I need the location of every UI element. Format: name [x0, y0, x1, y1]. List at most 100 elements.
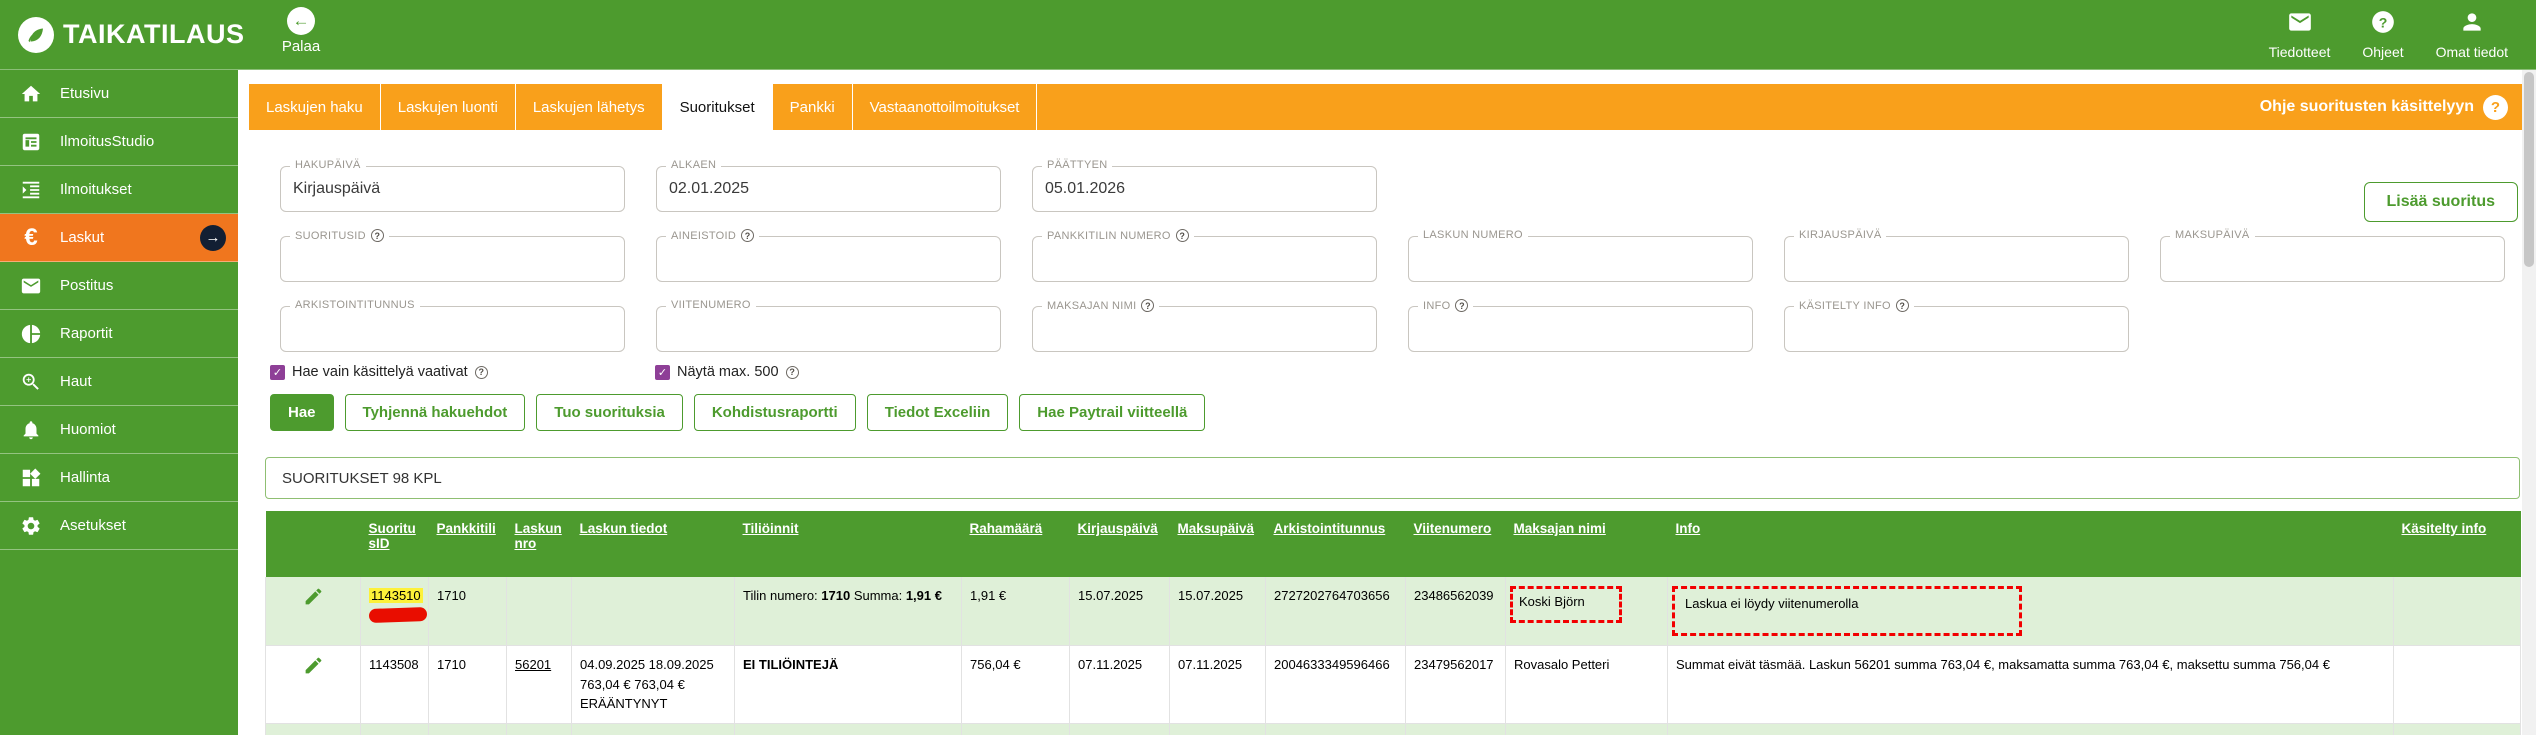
field-label: HAKUPÄIVÄ	[290, 159, 366, 171]
checkbox-row: Hae vain käsittelyä vaativat Näytä max. …	[270, 364, 2522, 380]
info-icon	[371, 229, 384, 242]
sidebar-item-raportit[interactable]: Raportit	[0, 310, 238, 358]
header-action-omat-tiedot[interactable]: Omat tiedot	[2436, 9, 2508, 60]
field-maksajan-nimi[interactable]: MAKSAJAN NIMI	[1032, 306, 1377, 352]
cell-viitenumero: 23486562039	[1406, 577, 1506, 646]
col-rahamaara[interactable]: Rahamäärä	[962, 511, 1070, 577]
col-laskun-tiedot[interactable]: Laskun tiedot	[572, 511, 735, 577]
cell-suoritusid: 1143510	[361, 577, 429, 646]
sidebar-item-huomiot[interactable]: Huomiot	[0, 406, 238, 454]
vertical-scrollbar[interactable]	[2522, 70, 2536, 735]
col-kasitelty-info[interactable]: Käsitelty info	[2394, 511, 2521, 577]
col-kirjauspaiva[interactable]: Kirjauspäivä	[1070, 511, 1170, 577]
search-paytrail-button[interactable]: Hae Paytrail viitteellä	[1019, 394, 1205, 431]
import-payments-button[interactable]: Tuo suorituksia	[536, 394, 683, 431]
sidebar-item-ilmoitusstudio[interactable]: IlmoitusStudio	[0, 118, 238, 166]
edit-icon[interactable]	[303, 595, 324, 610]
tab-laskujen-haku[interactable]: Laskujen haku	[248, 84, 381, 130]
sidebar-item-label: Postitus	[60, 277, 113, 294]
field-viitenumero[interactable]: VIITENUMERO	[656, 306, 1001, 352]
expand-arrow-icon[interactable]	[200, 225, 226, 251]
col-viitenumero[interactable]: Viitenumero	[1406, 511, 1506, 577]
field-label: SUORITUSID	[290, 229, 389, 242]
col-edit	[266, 511, 361, 577]
scrollbar-thumb[interactable]	[2524, 72, 2534, 267]
tab-pankki[interactable]: Pankki	[773, 84, 853, 130]
col-maksupaiva[interactable]: Maksupäivä	[1170, 511, 1266, 577]
field-suoritusid[interactable]: SUORITUSID	[280, 236, 625, 282]
field-maksupaiva[interactable]: MAKSUPÄIVÄ	[2160, 236, 2505, 282]
table-row: 1143510 1710 Tilin numero: 1710 Summa: 1…	[266, 577, 2521, 646]
field-label: ALKAEN	[666, 159, 721, 171]
col-maksajan-nimi[interactable]: Maksajan nimi	[1506, 511, 1668, 577]
info-icon	[1896, 299, 1909, 312]
help-link[interactable]: Ohje suoritusten käsittelyyn	[2260, 84, 2522, 130]
col-pankkitili[interactable]: Pankkitili	[429, 511, 507, 577]
info-icon	[1455, 299, 1468, 312]
field-label: INFO	[1418, 299, 1473, 312]
field-hakupaiva[interactable]: HAKUPÄIVÄ Kirjauspäivä	[280, 166, 625, 212]
col-suoritusid[interactable]: SuoritusID	[361, 511, 429, 577]
field-pankkitilin-numero[interactable]: PANKKITILIN NUMERO	[1032, 236, 1377, 282]
field-alkaen[interactable]: ALKAEN 02.01.2025	[656, 166, 1001, 212]
search-fields-row-1: HAKUPÄIVÄ Kirjauspäivä ALKAEN 02.01.2025…	[280, 166, 2522, 212]
field-paattyen[interactable]: PÄÄTTYEN 05.01.2026	[1032, 166, 1377, 212]
payments-table-body: 1143510 1710 Tilin numero: 1710 Summa: 1…	[266, 577, 2521, 735]
field-info[interactable]: INFO	[1408, 306, 1753, 352]
cell-laskun-nro: 56201	[507, 646, 572, 724]
clear-filters-button[interactable]: Tyhjennä hakuehdot	[345, 394, 526, 431]
tab-bar: Laskujen haku Laskujen luonti Laskujen l…	[248, 84, 2522, 130]
field-kirjauspaiva[interactable]: KIRJAUSPÄIVÄ	[1784, 236, 2129, 282]
col-arkistointitunnus[interactable]: Arkistointitunnus	[1266, 511, 1406, 577]
sidebar-item-asetukset[interactable]: Asetukset	[0, 502, 238, 550]
cell-laskun-tiedot	[572, 577, 735, 646]
search-button[interactable]: Hae	[270, 394, 334, 431]
sidebar-item-ilmoitukset[interactable]: Ilmoitukset	[0, 166, 238, 214]
checkbox-hae-vain-kasittelya-vaativat[interactable]: Hae vain käsittelyä vaativat	[270, 364, 655, 380]
col-tilioinnit[interactable]: Tiliöinnit	[735, 511, 962, 577]
back-button[interactable]: Palaa	[262, 7, 340, 55]
sidebar-item-laskut[interactable]: Laskut	[0, 214, 238, 262]
sidebar-item-label: Laskut	[60, 229, 104, 246]
sidebar-item-etusivu[interactable]: Etusivu	[0, 70, 238, 118]
invoice-link[interactable]: 56201	[515, 657, 551, 672]
sidebar-item-label: IlmoitusStudio	[60, 133, 154, 150]
sidebar-item-label: Haut	[60, 373, 92, 390]
checkbox-nayta-max-500[interactable]: Näytä max. 500	[655, 364, 799, 380]
header-action-tiedotteet[interactable]: Tiedotteet	[2269, 9, 2331, 60]
field-aineistoid[interactable]: AINEISTOID	[656, 236, 1001, 282]
cell-info: Laskua ei löydy viitenumerolla	[1668, 577, 2394, 646]
tab-suoritukset[interactable]: Suoritukset	[663, 84, 773, 130]
red-dashed-annotation-payer: Koski Björn	[1510, 586, 1622, 623]
svg-text:?: ?	[2379, 14, 2388, 30]
sidebar-item-hallinta[interactable]: Hallinta	[0, 454, 238, 502]
field-laskun-numero[interactable]: LASKUN NUMERO	[1408, 236, 1753, 282]
sidebar-item-haut[interactable]: Haut	[0, 358, 238, 406]
cell-suoritusid: 1143508	[361, 646, 429, 724]
cell-pankkitili: 1710	[429, 646, 507, 724]
allocation-report-button[interactable]: Kohdistusraportti	[694, 394, 856, 431]
info-icon	[475, 366, 488, 379]
tab-laskujen-lahetys[interactable]: Laskujen lähetys	[516, 84, 663, 130]
app-logo: TAIKATILAUS	[18, 17, 244, 53]
question-icon: ?	[2370, 9, 2396, 40]
widgets-icon	[18, 467, 44, 489]
sidebar-item-postitus[interactable]: Postitus	[0, 262, 238, 310]
tab-vastaanottoilmoitukset[interactable]: Vastaanottoilmoitukset	[853, 84, 1038, 130]
export-excel-button[interactable]: Tiedot Exceliin	[867, 394, 1009, 431]
sidebar: Etusivu IlmoitusStudio Ilmoitukset Lasku…	[0, 70, 238, 735]
cell-maksupaiva: 07.11.2025	[1170, 646, 1266, 724]
add-payment-button[interactable]: Lisää suoritus	[2364, 182, 2518, 222]
col-info[interactable]: Info	[1668, 511, 2394, 577]
edit-icon[interactable]	[303, 664, 324, 679]
col-laskun-nro[interactable]: Laskun nro	[507, 511, 572, 577]
sidebar-item-label: Etusivu	[60, 85, 109, 102]
tab-laskujen-luonti[interactable]: Laskujen luonti	[381, 84, 516, 130]
field-arkistointitunnus[interactable]: ARKISTOINTITUNNUS	[280, 306, 625, 352]
field-label: LASKUN NUMERO	[1418, 229, 1528, 241]
cell-viitenumero: 23479562017	[1406, 646, 1506, 724]
header-action-ohjeet[interactable]: ? Ohjeet	[2362, 9, 2403, 60]
logo-text: TAIKATILAUS	[63, 19, 244, 50]
field-kasitelty-info[interactable]: KÄSITELTY INFO	[1784, 306, 2129, 352]
search-fields-row-3: ARKISTOINTITUNNUS VIITENUMERO MAKSAJAN N…	[280, 306, 2522, 352]
